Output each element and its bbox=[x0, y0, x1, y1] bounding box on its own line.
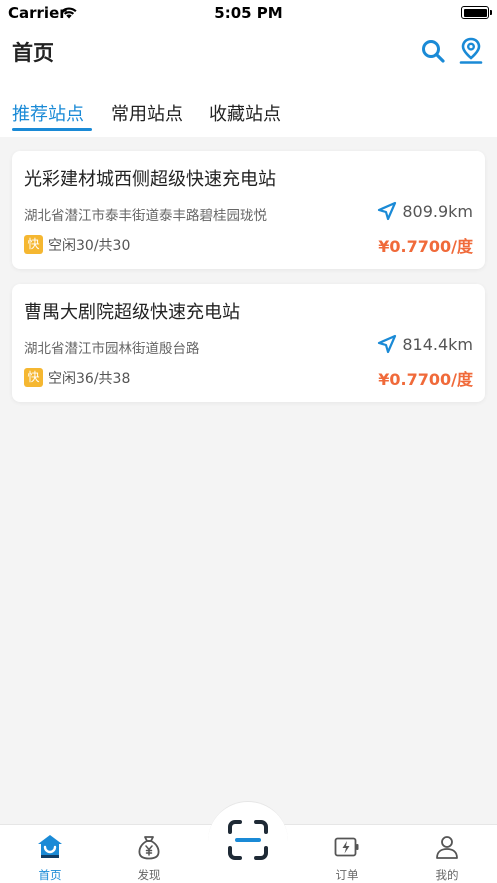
scan-icon[interactable] bbox=[226, 818, 270, 862]
station-card[interactable]: 光彩建材城西侧超级快速充电站 湖北省潜江市泰丰街道泰丰路碧桂园珑悦 809.9k… bbox=[12, 151, 485, 269]
tab-bar-item-discover[interactable]: 发现 bbox=[114, 825, 184, 883]
search-icon[interactable] bbox=[420, 38, 446, 64]
navigation-arrow-icon bbox=[378, 201, 397, 221]
header: 首页 bbox=[0, 26, 497, 76]
charging-battery-icon bbox=[334, 837, 359, 857]
status-bar: Carrier 5:05 PM bbox=[0, 0, 497, 26]
station-distance[interactable]: 809.9km bbox=[377, 201, 473, 221]
station-availability: 空闲30/共30 bbox=[48, 238, 131, 254]
tab-bar-label: 订单 bbox=[335, 868, 359, 882]
money-bag-icon bbox=[138, 836, 160, 860]
navigation-arrow-icon bbox=[378, 334, 397, 354]
station-address: 湖北省潜江市园林街道殷台路 bbox=[24, 341, 200, 357]
station-availability: 空闲36/共38 bbox=[48, 371, 131, 387]
fast-charge-badge: 快 bbox=[24, 235, 43, 254]
page-title: 首页 bbox=[12, 41, 54, 65]
station-tabs: 推荐站点 常用站点 收藏站点 bbox=[0, 76, 497, 137]
station-distance[interactable]: 814.4km bbox=[377, 334, 473, 354]
tab-bar-item-home[interactable]: 首页 bbox=[15, 825, 85, 883]
fast-charge-badge: 快 bbox=[24, 368, 43, 387]
station-name: 曹禺大剧院超级快速充电站 bbox=[24, 302, 240, 323]
station-price: ¥0.7700/度 bbox=[378, 370, 473, 389]
tab-bar-label: 发现 bbox=[137, 868, 161, 882]
distance-value: 809.9km bbox=[402, 201, 473, 221]
map-location-icon[interactable] bbox=[458, 37, 484, 65]
tab-bar-item-orders[interactable]: 订单 bbox=[312, 825, 382, 883]
tab-frequent-stations[interactable]: 常用站点 bbox=[111, 100, 183, 126]
tab-recommended-stations[interactable]: 推荐站点 bbox=[12, 100, 84, 126]
clock: 5:05 PM bbox=[214, 4, 283, 22]
station-address: 湖北省潜江市泰丰街道泰丰路碧桂园珑悦 bbox=[24, 208, 267, 224]
battery-icon bbox=[461, 6, 492, 19]
active-tab-indicator bbox=[12, 128, 92, 131]
tab-favorite-stations[interactable]: 收藏站点 bbox=[209, 100, 281, 126]
user-icon bbox=[436, 836, 458, 859]
station-card[interactable]: 曹禺大剧院超级快速充电站 湖北省潜江市园林街道殷台路 814.4km 快 空闲3… bbox=[12, 284, 485, 402]
station-price: ¥0.7700/度 bbox=[378, 237, 473, 256]
tab-bar-item-profile[interactable]: 我的 bbox=[412, 825, 482, 883]
tab-bar-label: 首页 bbox=[38, 868, 62, 882]
distance-value: 814.4km bbox=[402, 334, 473, 354]
station-name: 光彩建材城西侧超级快速充电站 bbox=[24, 169, 276, 190]
tab-bar-label: 我的 bbox=[435, 868, 459, 882]
home-icon bbox=[38, 835, 62, 858]
